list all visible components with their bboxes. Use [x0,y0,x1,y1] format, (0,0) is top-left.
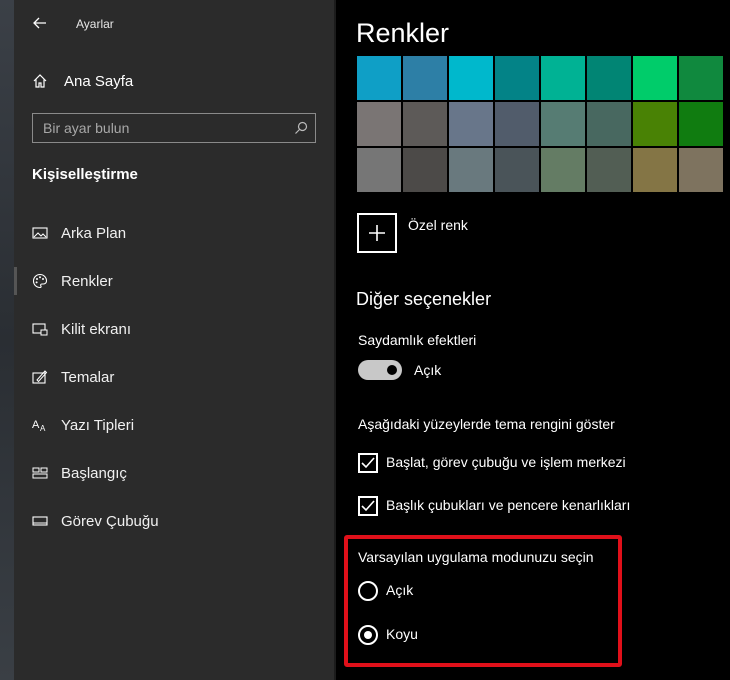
title-bar: Ayarlar [14,0,334,48]
color-swatch[interactable] [679,56,723,100]
transparency-label: Saydamlık efektleri [358,332,477,348]
checkbox-label: Başlat, görev çubuğu ve işlem merkezi [386,454,626,470]
title-bars-checkbox[interactable] [358,496,378,516]
color-swatch[interactable] [633,102,677,146]
color-swatch[interactable] [633,56,677,100]
section-title: Kişiselleştirme [32,166,138,183]
color-swatch-grid [357,56,725,192]
svg-text:A: A [40,424,46,433]
page-title: Renkler [356,18,450,48]
sidebar-item-label: Temalar [61,368,115,386]
color-swatch[interactable] [587,102,631,146]
main-content: Renkler Özel renk Diğer seçenekler Sayda… [336,0,730,680]
home-label: Ana Sayfa [64,72,134,90]
color-swatch[interactable] [587,56,631,100]
color-swatch[interactable] [357,56,401,100]
toggle-knob [387,365,397,375]
svg-text:A: A [32,419,40,431]
color-swatch[interactable] [403,148,447,192]
window-title: Ayarlar [76,17,114,31]
sidebar-item-background[interactable]: Arka Plan [14,215,334,251]
fonts-icon: A A [32,419,46,433]
sidebar-item-label: Arka Plan [61,224,127,242]
plus-icon [369,225,385,241]
sidebar-item-lock-screen[interactable]: Kilit ekranı [14,311,334,347]
lock-screen-icon [32,323,48,336]
sidebar-item-label: Başlangıç [61,464,127,482]
image-icon [32,227,48,239]
taskbar-icon [32,516,48,526]
start-icon [32,467,48,479]
checkmark-icon [361,500,375,512]
radio-dark-mode[interactable] [358,625,378,645]
checkbox-label: Başlık çubukları ve pencere kenarlıkları [386,497,631,513]
color-swatch[interactable] [449,148,493,192]
desktop-background [0,0,14,680]
color-swatch[interactable] [495,102,539,146]
color-swatch[interactable] [679,102,723,146]
color-swatch[interactable] [495,148,539,192]
color-swatch[interactable] [587,148,631,192]
color-swatch[interactable] [495,56,539,100]
color-swatch[interactable] [541,56,585,100]
sidebar-item-label: Renkler [61,272,113,290]
sidebar-item-themes[interactable]: Temalar [14,359,334,395]
transparency-state: Açık [414,362,442,378]
sidebar: Ayarlar Ana Sayfa Bir ayar bulun Kişisel… [14,0,334,680]
color-swatch[interactable] [357,148,401,192]
sidebar-item-start[interactable]: Başlangıç [14,455,334,491]
color-swatch[interactable] [679,148,723,192]
color-swatch[interactable] [403,102,447,146]
accent-surfaces-label: Aşağıdaki yüzeylerde tema rengini göster [358,416,615,432]
color-swatch[interactable] [357,102,401,146]
radio-light-mode[interactable] [358,581,378,601]
search-input[interactable]: Bir ayar bulun [32,113,316,143]
color-swatch[interactable] [541,148,585,192]
color-swatch[interactable] [403,56,447,100]
radio-selected-dot [364,631,372,639]
transparency-toggle[interactable] [358,360,402,380]
color-swatch[interactable] [633,148,677,192]
color-swatch[interactable] [449,102,493,146]
sidebar-item-taskbar[interactable]: Görev Çubuğu [14,503,334,539]
start-taskbar-checkbox[interactable] [358,453,378,473]
color-swatch[interactable] [449,56,493,100]
search-placeholder: Bir ayar bulun [43,120,130,136]
sidebar-item-label: Yazı Tipleri [61,416,135,434]
color-swatch[interactable] [541,102,585,146]
palette-icon [32,273,48,289]
checkmark-icon [361,457,375,469]
sidebar-item-label: Görev Çubuğu [61,512,159,530]
app-mode-label: Varsayılan uygulama modunuzu seçin [358,549,594,565]
sidebar-item-colors[interactable]: Renkler [14,263,334,299]
sidebar-item-label: Kilit ekranı [61,320,132,338]
back-arrow-icon [33,17,46,29]
other-options-heading: Diğer seçenekler [356,289,492,309]
home-link[interactable]: Ana Sayfa [32,70,133,92]
sidebar-item-fonts[interactable]: A A Yazı Tipleri [14,407,334,443]
custom-color-button[interactable] [357,213,397,253]
back-button[interactable] [32,15,48,31]
themes-icon [32,370,48,384]
search-icon [295,121,308,134]
radio-label-light: Açık [386,582,414,598]
home-icon [33,74,47,88]
custom-color-label: Özel renk [408,217,468,233]
radio-label-dark: Koyu [386,626,418,642]
